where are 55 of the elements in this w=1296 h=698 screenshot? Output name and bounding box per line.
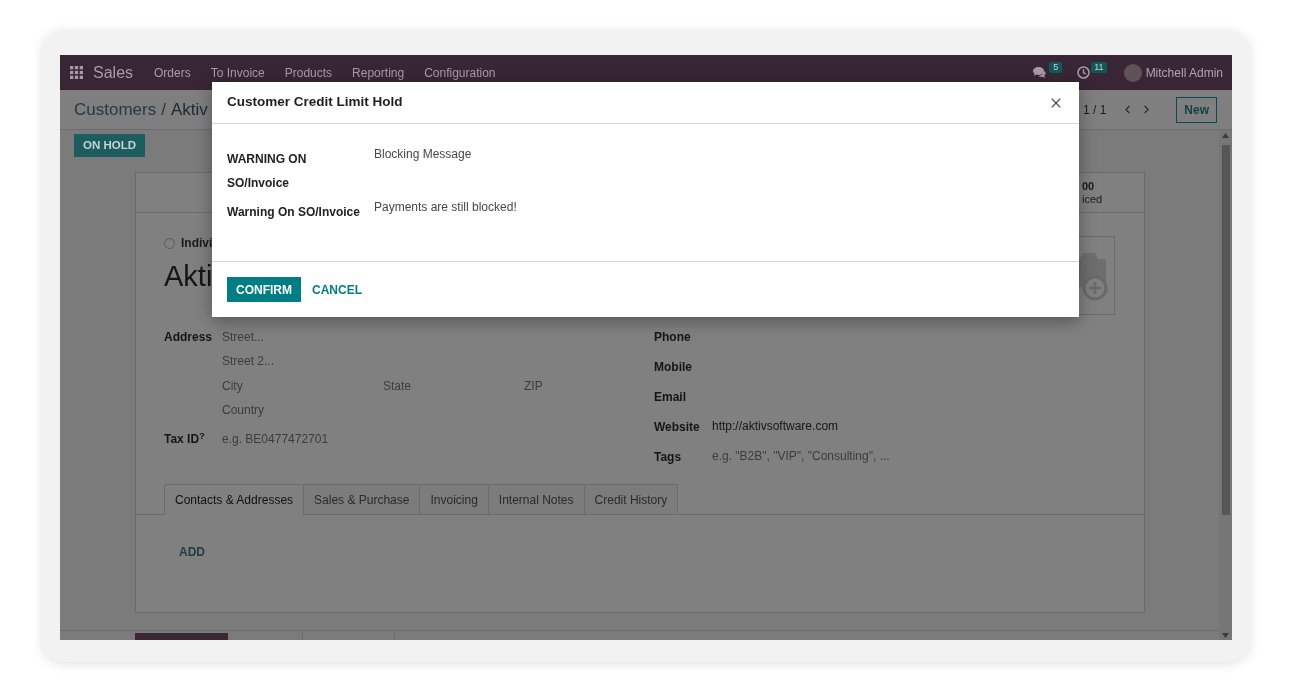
scroll-up-arrow-icon[interactable] <box>1222 133 1229 138</box>
city-field[interactable]: City <box>222 376 372 396</box>
pager-value: 1 / 1 <box>1082 101 1107 119</box>
breadcrumb-link[interactable]: Customers <box>74 101 157 118</box>
field-label: Email <box>654 390 686 404</box>
scrollbar-thumb[interactable] <box>1221 145 1230 515</box>
street2-field[interactable]: Street 2... <box>222 351 622 371</box>
tab[interactable]: Credit History <box>583 484 679 515</box>
field-label: WARNING ON SO/Invoice <box>227 152 307 190</box>
tab[interactable]: Internal Notes <box>487 484 585 515</box>
option-label[interactable]: Indivi <box>181 237 213 249</box>
apps-menu-icon[interactable] <box>70 66 83 79</box>
menu-item[interactable]: Reporting <box>352 66 405 79</box>
country-field[interactable]: Country <box>222 400 622 420</box>
record-name: Akti <box>164 259 213 293</box>
field-label: Tags <box>654 450 682 464</box>
state-field[interactable]: State <box>383 376 513 396</box>
menu-item[interactable]: Orders <box>154 66 191 79</box>
menu-item[interactable]: Configuration <box>424 66 496 79</box>
breadcrumb-separator: / <box>161 101 166 118</box>
clock-icon[interactable] <box>1077 66 1091 79</box>
scrollbar[interactable] <box>1219 130 1232 640</box>
field-value: Payments are still blocked! <box>374 199 517 216</box>
menu-item[interactable]: Products <box>284 66 333 79</box>
field-label: Website <box>654 420 700 434</box>
dialog-title: Customer Credit Limit Hold <box>227 93 403 112</box>
user-avatar[interactable] <box>1123 63 1142 82</box>
street-field[interactable]: Street... <box>222 327 622 347</box>
cancel-button[interactable]: CANCEL <box>310 277 364 302</box>
new-button[interactable]: New <box>1176 96 1217 123</box>
tab[interactable]: Invoicing <box>419 484 489 515</box>
tab[interactable]: Contacts & Addresses <box>164 484 305 515</box>
field-label: Mobile <box>654 360 692 374</box>
zip-field[interactable]: ZIP <box>524 376 624 396</box>
add-line-link[interactable]: ADD <box>179 545 205 559</box>
scroll-down-arrow-icon[interactable] <box>1222 633 1229 638</box>
field-label: Warning On SO/Invoice <box>227 205 360 219</box>
tax-id-field[interactable]: e.g. BE0477472701 <box>222 429 622 449</box>
status-button[interactable]: ON HOLD <box>74 134 146 157</box>
field-value: Blocking Message <box>374 146 472 163</box>
user-name[interactable]: Mitchell Admin <box>1145 66 1223 79</box>
app-name[interactable]: Sales <box>93 64 134 81</box>
notification-badge: 5 <box>1049 62 1063 73</box>
field-label: Phone <box>654 330 691 344</box>
text-field[interactable]: http://aktivsoftware.com <box>712 416 1092 436</box>
text-field[interactable]: e.g. "B2B", "VIP", "Consulting", ... <box>712 446 1092 466</box>
field-label: Address <box>164 329 213 346</box>
stat-button[interactable]: 00 iced <box>1080 173 1144 212</box>
chat-bubbles-icon[interactable] <box>1033 66 1048 79</box>
field-label: Tax ID$^{?}$ <box>164 430 205 448</box>
breadcrumb-current: Aktiv <box>170 101 208 118</box>
confirm-button[interactable]: CONFIRM <box>227 277 301 302</box>
tab[interactable]: Sales & Purchase <box>303 484 421 515</box>
menu-item[interactable]: To Invoice <box>210 66 265 79</box>
notification-badge: 11 <box>1091 62 1107 73</box>
